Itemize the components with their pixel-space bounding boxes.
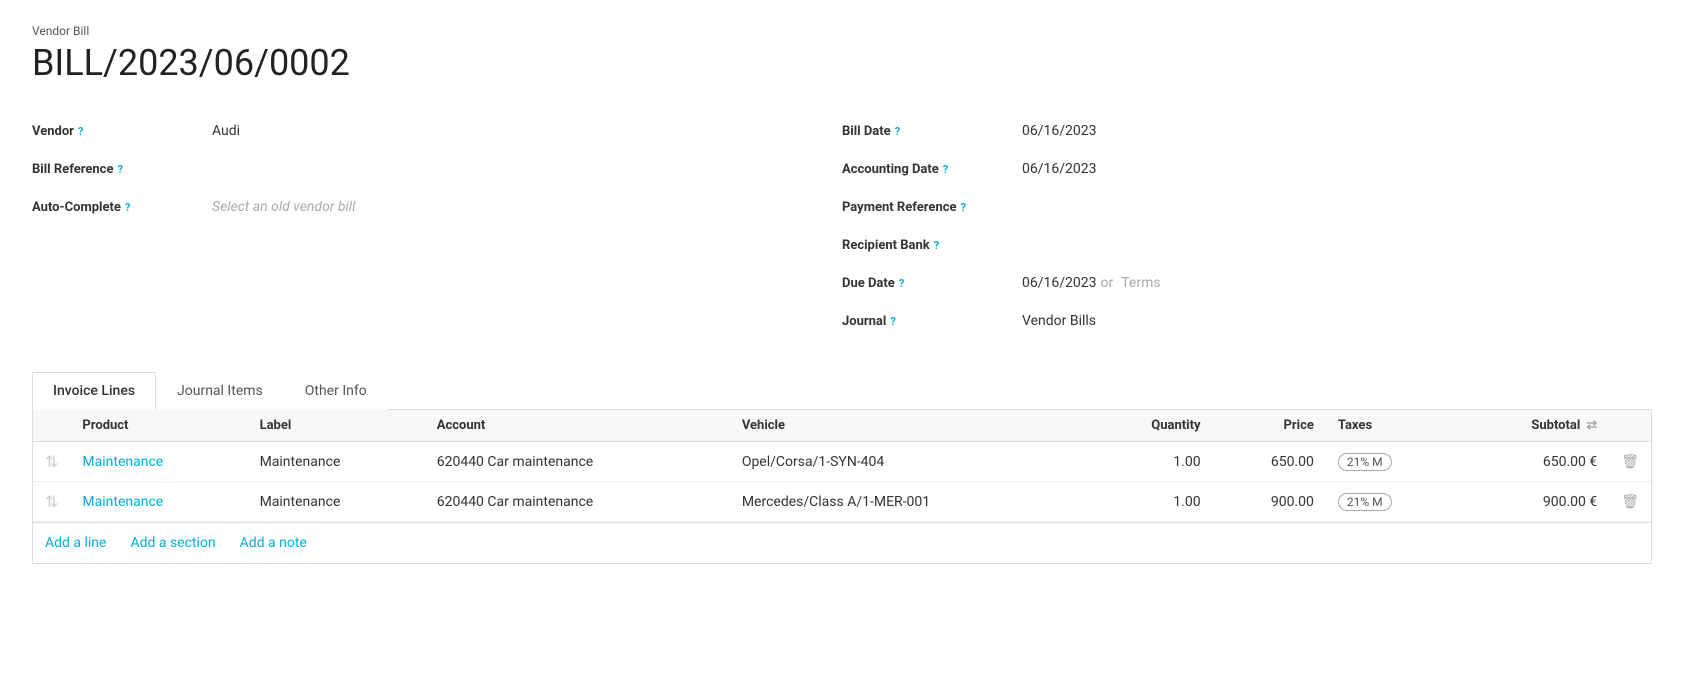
col-vehicle: Vehicle (730, 410, 1089, 442)
payment-reference-row: Payment Reference ? (842, 188, 1652, 226)
row-label-1: Maintenance (248, 482, 425, 522)
subtotal-label: Subtotal (1531, 418, 1580, 433)
row-price-1: 900.00 (1213, 482, 1326, 522)
bill-date-row: Bill Date ? 06/16/2023 (842, 112, 1652, 150)
recipient-bank-help-icon[interactable]: ? (934, 239, 939, 252)
delete-icon-0[interactable]: 🗑 (1621, 454, 1639, 470)
row-taxes-0: 21% M (1326, 442, 1457, 482)
row-subtotal-1: 900.00 € (1457, 482, 1609, 522)
row-quantity-1: 1.00 (1089, 482, 1213, 522)
page-subtitle: Vendor Bill (32, 24, 1652, 38)
add-note-link[interactable]: Add a note (240, 535, 307, 551)
form-right: Bill Date ? 06/16/2023 Accounting Date ?… (842, 112, 1652, 340)
row-label-0: Maintenance (248, 442, 425, 482)
col-label: Label (248, 410, 425, 442)
add-section-link[interactable]: Add a section (130, 535, 215, 551)
due-date-terms[interactable]: Terms (1121, 275, 1160, 291)
payment-reference-help-icon[interactable]: ? (961, 201, 966, 214)
row-vehicle-1: Mercedes/Class A/1-MER-001 (730, 482, 1089, 522)
vendor-label: Vendor ? (32, 124, 212, 139)
tax-badge-0: 21% M (1338, 453, 1392, 471)
payment-reference-label: Payment Reference ? (842, 200, 1022, 215)
add-line-link[interactable]: Add a line (45, 535, 106, 551)
col-product: Product (70, 410, 247, 442)
accounting-date-row: Accounting Date ? 06/16/2023 (842, 150, 1652, 188)
row-quantity-0: 1.00 (1089, 442, 1213, 482)
bill-date-label: Bill Date ? (842, 124, 1022, 139)
subtotal-settings-icon[interactable]: ⇄ (1586, 418, 1597, 433)
bill-reference-label: Bill Reference ? (32, 162, 212, 177)
due-date-label: Due Date ? (842, 276, 1022, 291)
row-subtotal-0: 650.00 € (1457, 442, 1609, 482)
tab-other-info[interactable]: Other Info (284, 372, 388, 410)
accounting-date-help-icon[interactable]: ? (943, 163, 948, 176)
row-price-0: 650.00 (1213, 442, 1326, 482)
invoice-lines-table: Product Label Account Vehicle Quantity P… (33, 410, 1651, 522)
row-product-0[interactable]: Maintenance (70, 442, 247, 482)
due-date-or: or (1101, 275, 1114, 291)
delete-icon-1[interactable]: 🗑 (1621, 494, 1639, 510)
bill-date-value[interactable]: 06/16/2023 (1022, 123, 1097, 139)
auto-complete-label: Auto-Complete ? (32, 200, 212, 215)
tab-invoice-lines[interactable]: Invoice Lines (32, 372, 156, 410)
recipient-bank-label: Recipient Bank ? (842, 238, 1022, 253)
row-drag-0[interactable]: ⇅ (33, 442, 70, 482)
journal-row: Journal ? Vendor Bills (842, 302, 1652, 340)
bill-reference-row: Bill Reference ? (32, 150, 842, 188)
row-drag-1[interactable]: ⇅ (33, 482, 70, 522)
tax-badge-1: 21% M (1338, 493, 1392, 511)
vendor-help-icon[interactable]: ? (78, 125, 83, 138)
col-subtotal: Subtotal ⇄ (1457, 410, 1609, 442)
due-date-help-icon[interactable]: ? (899, 277, 904, 290)
auto-complete-help-icon[interactable]: ? (125, 201, 130, 214)
table-row: ⇅ Maintenance Maintenance 620440 Car mai… (33, 482, 1651, 522)
bill-reference-help-icon[interactable]: ? (117, 163, 122, 176)
col-actions (1609, 410, 1651, 442)
accounting-date-label: Accounting Date ? (842, 162, 1022, 177)
row-taxes-1: 21% M (1326, 482, 1457, 522)
col-taxes: Taxes (1326, 410, 1457, 442)
tab-journal-items[interactable]: Journal Items (156, 372, 284, 410)
add-links-row: Add a line Add a section Add a note (32, 523, 1652, 564)
auto-complete-row: Auto-Complete ? Select an old vendor bil… (32, 188, 842, 226)
due-date-value[interactable]: 06/16/2023 (1022, 275, 1097, 291)
form-grid: Vendor ? Audi Bill Reference ? Auto-Comp… (32, 112, 1652, 340)
row-product-1[interactable]: Maintenance (70, 482, 247, 522)
journal-value[interactable]: Vendor Bills (1022, 313, 1096, 329)
due-date-row: Due Date ? 06/16/2023 or Terms (842, 264, 1652, 302)
table-body: ⇅ Maintenance Maintenance 620440 Car mai… (33, 442, 1651, 522)
vendor-row: Vendor ? Audi (32, 112, 842, 150)
row-delete-0[interactable]: 🗑 (1609, 442, 1651, 482)
product-link-0[interactable]: Maintenance (82, 454, 163, 470)
form-left: Vendor ? Audi Bill Reference ? Auto-Comp… (32, 112, 842, 340)
row-delete-1[interactable]: 🗑 (1609, 482, 1651, 522)
auto-complete-input[interactable]: Select an old vendor bill (212, 199, 355, 215)
recipient-bank-row: Recipient Bank ? (842, 226, 1652, 264)
col-quantity: Quantity (1089, 410, 1213, 442)
product-link-1[interactable]: Maintenance (82, 494, 163, 510)
invoice-lines-table-container: Product Label Account Vehicle Quantity P… (32, 410, 1652, 523)
tabs: Invoice Lines Journal Items Other Info (32, 372, 1652, 410)
table-header-row: Product Label Account Vehicle Quantity P… (33, 410, 1651, 442)
row-account-1: 620440 Car maintenance (425, 482, 730, 522)
row-account-0: 620440 Car maintenance (425, 442, 730, 482)
page-title: BILL/2023/06/0002 (32, 42, 1652, 84)
col-drag (33, 410, 70, 442)
col-price: Price (1213, 410, 1326, 442)
bill-date-help-icon[interactable]: ? (895, 125, 900, 138)
vendor-value[interactable]: Audi (212, 123, 240, 139)
accounting-date-value[interactable]: 06/16/2023 (1022, 161, 1097, 177)
table-row: ⇅ Maintenance Maintenance 620440 Car mai… (33, 442, 1651, 482)
journal-help-icon[interactable]: ? (890, 315, 895, 328)
row-vehicle-0: Opel/Corsa/1-SYN-404 (730, 442, 1089, 482)
journal-label: Journal ? (842, 314, 1022, 329)
col-account: Account (425, 410, 730, 442)
